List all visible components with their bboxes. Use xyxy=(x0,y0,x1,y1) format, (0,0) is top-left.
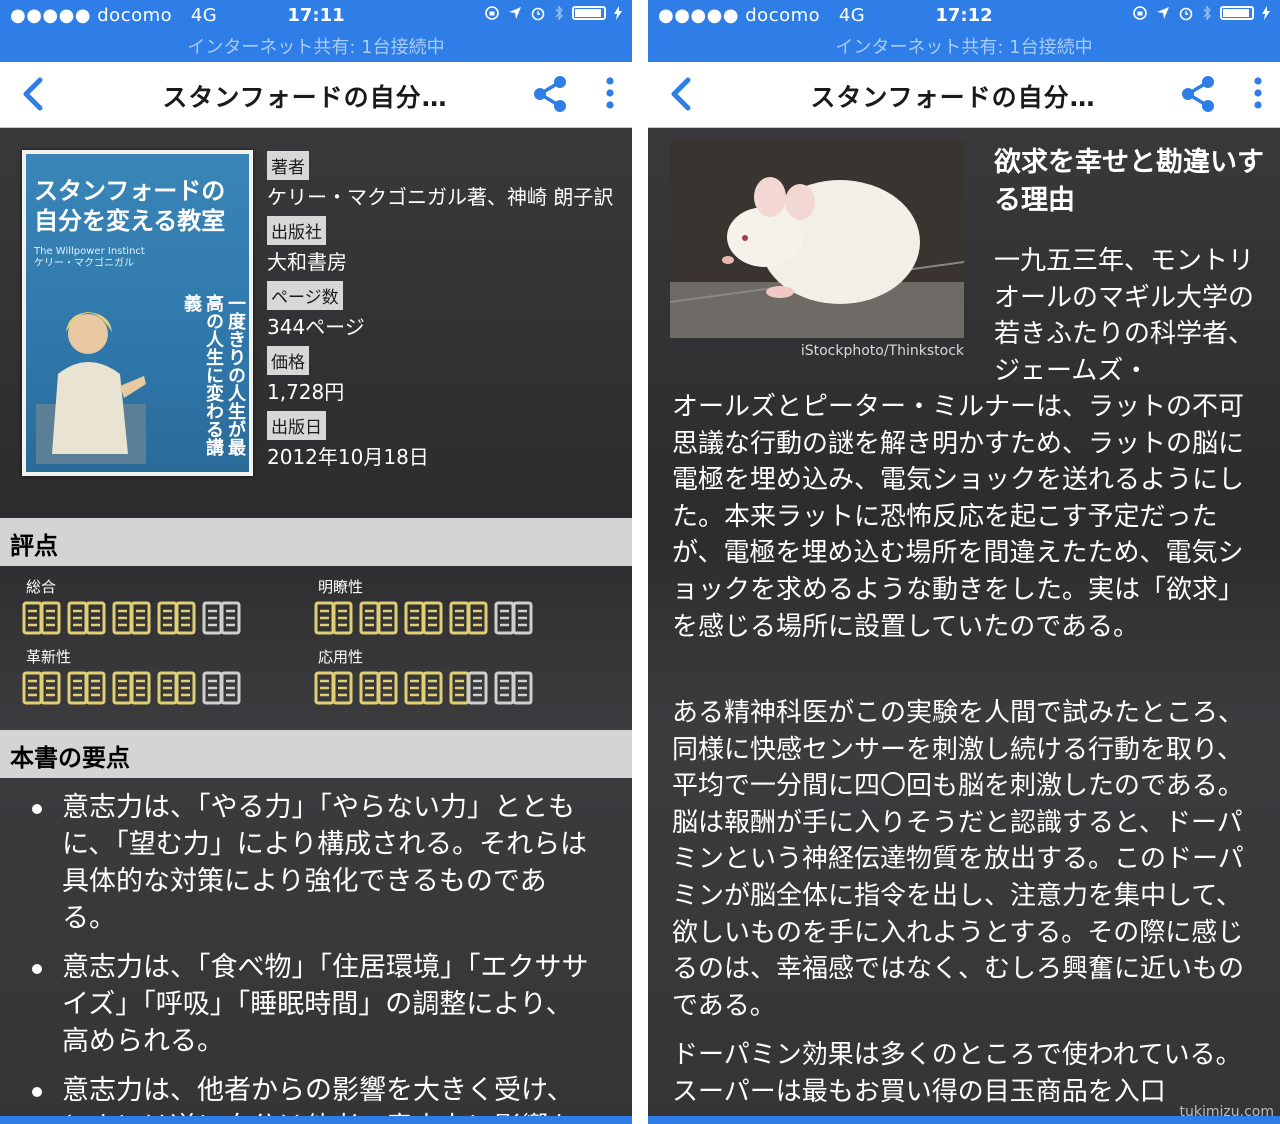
book-rating-icon xyxy=(314,601,353,635)
book-rating-icon xyxy=(359,671,398,705)
alarm-icon xyxy=(1179,7,1193,21)
book-rating-icon xyxy=(22,601,61,635)
rating-clarity: 明瞭性 xyxy=(314,576,594,636)
charging-icon xyxy=(1262,6,1270,20)
article-paragraph: ドーパミン効果は多くのところで使われている。スーパーは最もお買い得の目玉商品を入… xyxy=(672,1040,1242,1107)
more-icon[interactable] xyxy=(1244,74,1272,114)
book-rating-icon xyxy=(202,601,241,635)
article-paragraph-start: 一九五三年、モントリオールのマギル大学の若きふたりの科学者、ジェームズ・ xyxy=(994,246,1255,386)
rating-applicability: 応用性 xyxy=(314,646,594,706)
share-icon[interactable] xyxy=(1178,74,1218,114)
article-paragraph: オールズとピーター・ミルナーは、ラットの不可思議な行動の謎を解き明かすため、ラッ… xyxy=(672,392,1245,642)
status-bar: ●●●●● docomo 4G 17:11 インターネット共有: 1台接続中 xyxy=(0,0,632,62)
bluetooth-icon xyxy=(555,5,563,21)
meta-date: 出版日 2012年10月18日 xyxy=(267,411,617,470)
battery-icon xyxy=(572,6,606,20)
cover-title: スタンフォードの 自分を変える教室 xyxy=(34,177,226,235)
meta-pages: ページ数 344ページ xyxy=(267,281,617,340)
book-rating-icon xyxy=(67,671,106,705)
book-rating-icon xyxy=(449,671,488,705)
alarm-icon xyxy=(531,7,545,21)
book-rating-icon xyxy=(359,601,398,635)
location-icon xyxy=(509,7,521,19)
rat-photo xyxy=(670,142,964,338)
ratings-header: 評点 xyxy=(0,518,632,566)
photo-credit: iStockphoto/Thinkstock xyxy=(800,343,964,359)
rating-overall: 総合 xyxy=(22,576,302,636)
status-bar: ●●●●● docomo 4G 17:12 インターネット共有: 1台接続中 xyxy=(648,0,1280,62)
book-rating-icon xyxy=(494,671,533,705)
left-screen: ●●●●● docomo 4G 17:11 インターネット共有: 1台接続中 ス… xyxy=(0,0,632,1124)
battery-icon xyxy=(1220,6,1254,20)
book-rating-icon xyxy=(157,671,196,705)
book-rating-icon xyxy=(494,601,533,635)
rotation-lock-icon xyxy=(1133,6,1147,20)
article-content: iStockphoto/Thinkstock 欲求を幸せと勘違いする理由 一九五… xyxy=(648,129,1280,1124)
cover-subtitle: The Willpower Instinct ケリー・マクゴニガル xyxy=(34,246,145,269)
book-cover[interactable]: スタンフォードの 自分を変える教室 The Willpower Instinct ケ… xyxy=(22,150,253,476)
tethering-status: インターネット共有: 1台接続中 xyxy=(835,37,1093,58)
rating-innovation: 革新性 xyxy=(22,646,302,706)
bottom-bar xyxy=(0,1116,632,1124)
charging-icon xyxy=(614,6,622,20)
meta-price: 価格 1,728円 xyxy=(267,346,617,405)
key-point: 意志力は、「やる力」「やらない力」とともに、「望む力」により構成される。それらは… xyxy=(24,789,594,937)
book-rating-icon xyxy=(67,601,106,635)
book-rating-icon xyxy=(22,671,61,705)
book-rating-icon xyxy=(112,671,151,705)
book-rating-icon xyxy=(314,671,353,705)
cover-tagline: 一度きりの人生が最高の人生に変わる講義 xyxy=(181,294,246,456)
book-rating-icon xyxy=(404,601,443,635)
page-title: スタンフォードの自分… xyxy=(810,83,1096,112)
more-icon[interactable] xyxy=(596,74,624,114)
key-points-header: 本書の要点 xyxy=(0,730,632,778)
location-icon xyxy=(1157,7,1169,19)
article-paragraph: ある精神科医がこの実験を人間で試みたところ、同様に快感センサーを刺激し続ける行動… xyxy=(672,698,1245,1021)
cover-photo xyxy=(36,312,146,464)
meta-publisher: 出版社 大和書房 xyxy=(267,216,617,275)
status-icons xyxy=(1132,5,1270,21)
bluetooth-icon xyxy=(1203,5,1211,21)
book-rating-icon xyxy=(404,671,443,705)
status-icons xyxy=(484,5,622,21)
share-icon[interactable] xyxy=(530,74,570,114)
meta-author: 著者 ケリー・マクゴニガル著、神崎 朗子訳 xyxy=(267,151,617,210)
book-detail-content: スタンフォードの 自分を変える教室 The Willpower Instinct ケ… xyxy=(0,129,632,1124)
article-heading: 欲求を幸せと勘違いする理由 xyxy=(994,147,1264,216)
book-rating-icon xyxy=(202,671,241,705)
nav-bar: スタンフォードの自分… xyxy=(0,62,632,128)
rotation-lock-icon xyxy=(485,6,499,20)
key-point: 意志力は、「食べ物」「住居環境」「エクササイズ」「呼吸」「睡眠時間」の調整により… xyxy=(24,949,594,1060)
book-rating-icon xyxy=(157,601,196,635)
book-meta: 著者 ケリー・マクゴニガル著、神崎 朗子訳 出版社 大和書房 ページ数 344ペ… xyxy=(267,151,617,476)
book-rating-icon xyxy=(449,601,488,635)
tethering-status: インターネット共有: 1台接続中 xyxy=(187,37,445,58)
nav-bar: スタンフォードの自分… xyxy=(648,62,1280,128)
right-screen: ●●●●● docomo 4G 17:12 インターネット共有: 1台接続中 ス… xyxy=(648,0,1280,1124)
key-points-list: 意志力は、「やる力」「やらない力」とともに、「望む力」により構成される。それらは… xyxy=(24,789,594,1124)
book-rating-icon xyxy=(112,601,151,635)
watermark: tukimizu.com xyxy=(1179,1104,1274,1120)
page-title: スタンフォードの自分… xyxy=(162,83,448,112)
